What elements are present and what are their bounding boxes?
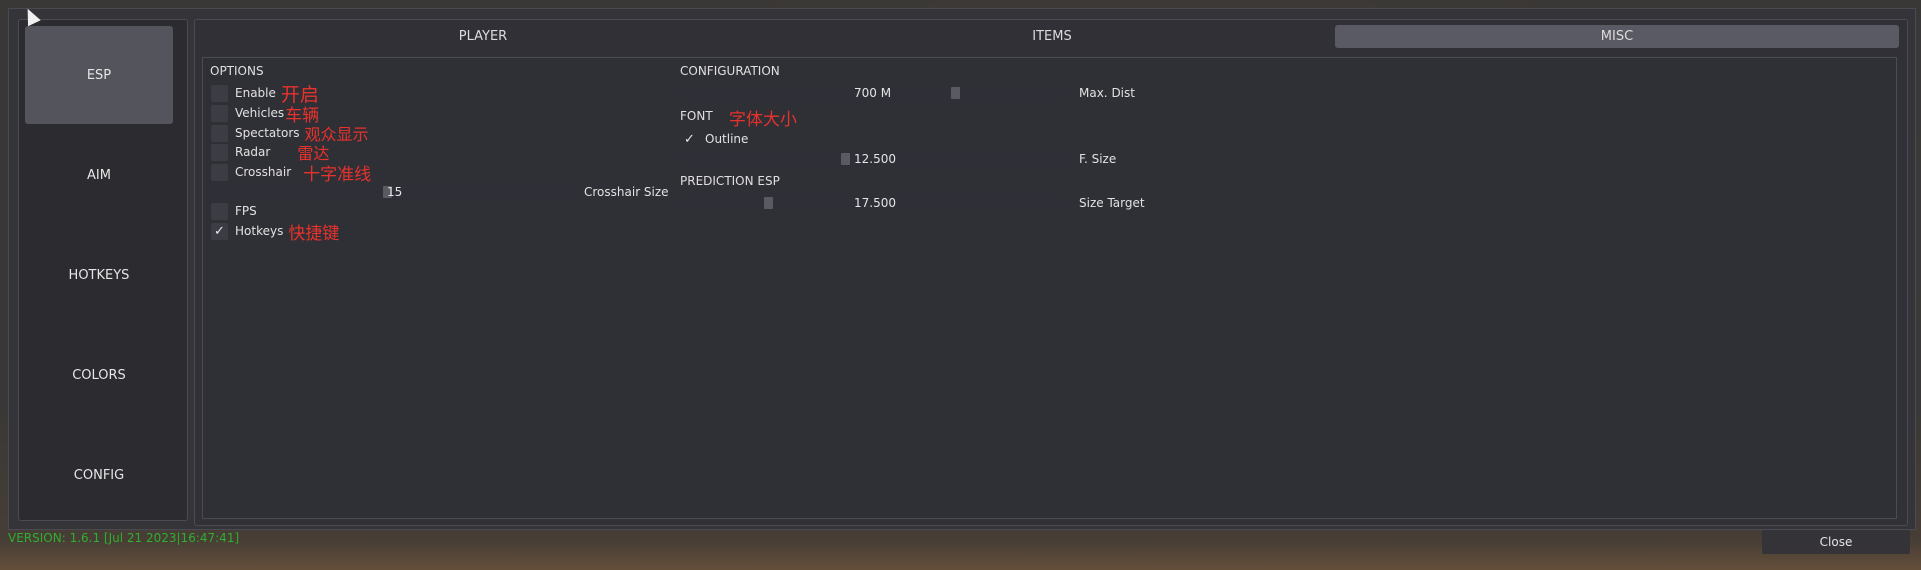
version-text: VERSION: 1.6.1 [Jul 21 2023|16:47:41] bbox=[8, 531, 240, 545]
check-icon: ✓ bbox=[214, 223, 225, 239]
max-dist-grab[interactable] bbox=[951, 87, 960, 99]
tab-items[interactable]: ITEMS bbox=[770, 25, 1334, 48]
option-crosshair[interactable]: Crosshair 十字准线 bbox=[211, 162, 372, 185]
max-dist-value: 700 M bbox=[854, 86, 892, 100]
sidebar-item-hotkeys[interactable]: HOTKEYS bbox=[25, 226, 173, 324]
crosshair-label: Crosshair bbox=[235, 165, 292, 179]
size-target-label: Size Target bbox=[1079, 196, 1145, 210]
font-annotation: 字体大小 bbox=[729, 110, 797, 130]
spectators-label: Spectators bbox=[235, 126, 300, 140]
option-hotkeys[interactable]: ✓ Hotkeys 快捷键 bbox=[211, 221, 340, 244]
option-fps[interactable]: FPS bbox=[211, 201, 257, 221]
crosshair-size-slider[interactable]: 15 bbox=[211, 184, 577, 200]
option-spectators[interactable]: Spectators 观众显示 bbox=[211, 123, 369, 144]
check-icon: ✓ bbox=[684, 131, 695, 147]
size-target-slider[interactable]: 17.500 bbox=[680, 195, 1068, 211]
sidebar-item-aim[interactable]: AIM bbox=[25, 126, 173, 224]
spectators-checkbox[interactable] bbox=[211, 124, 228, 142]
misc-panel: OPTIONS Enable 开启 Vehicles 车辆 Spectators… bbox=[202, 57, 1897, 519]
sidebar-item-esp[interactable]: ESP bbox=[25, 26, 173, 124]
prediction-title: PREDICTION ESP bbox=[680, 174, 780, 188]
tab-player[interactable]: PLAYER bbox=[201, 25, 765, 48]
content-area: PLAYER ITEMS MISC OPTIONS Enable 开启 Vehi… bbox=[194, 19, 1908, 526]
configuration-title: CONFIGURATION bbox=[680, 64, 780, 78]
outline-checkbox[interactable]: ✓ bbox=[681, 131, 698, 148]
tab-misc[interactable]: MISC bbox=[1335, 25, 1899, 48]
hotkeys-annotation: 快捷键 bbox=[288, 223, 340, 244]
max-dist-slider[interactable]: 700 M bbox=[680, 85, 1068, 101]
outline-label: Outline bbox=[705, 132, 749, 146]
vehicles-label: Vehicles bbox=[235, 106, 285, 120]
font-size-label: F. Size bbox=[1079, 152, 1117, 166]
radar-label: Radar bbox=[235, 145, 271, 159]
option-vehicles[interactable]: Vehicles 车辆 bbox=[211, 103, 319, 126]
close-button[interactable]: Close bbox=[1762, 530, 1910, 554]
radar-checkbox[interactable] bbox=[211, 143, 228, 161]
vehicles-checkbox[interactable] bbox=[211, 104, 228, 122]
font-size-grab[interactable] bbox=[841, 153, 850, 165]
hotkeys-checkbox[interactable]: ✓ bbox=[211, 222, 228, 240]
crosshair-size-label: Crosshair Size bbox=[584, 185, 669, 199]
size-target-value: 17.500 bbox=[854, 196, 896, 210]
hotkeys-label: Hotkeys bbox=[235, 224, 284, 238]
enable-label: Enable bbox=[235, 86, 276, 100]
menu-window: ESP AIM HOTKEYS COLORS CONFIG PLAYER ITE… bbox=[8, 8, 1916, 530]
sidebar-item-config[interactable]: CONFIG bbox=[25, 426, 173, 524]
font-size-value: 12.500 bbox=[854, 152, 896, 166]
enable-checkbox[interactable] bbox=[211, 84, 228, 102]
fps-checkbox[interactable] bbox=[211, 202, 228, 220]
sidebar-item-colors[interactable]: COLORS bbox=[25, 326, 173, 424]
crosshair-annotation: 十字准线 bbox=[303, 164, 372, 185]
option-outline[interactable]: ✓ Outline bbox=[681, 129, 748, 149]
font-title: FONT bbox=[680, 109, 713, 123]
size-target-grab[interactable] bbox=[764, 197, 773, 209]
max-dist-label: Max. Dist bbox=[1079, 86, 1135, 100]
options-title: OPTIONS bbox=[210, 64, 264, 78]
crosshair-checkbox[interactable] bbox=[211, 163, 228, 181]
font-size-slider[interactable]: 12.500 bbox=[680, 151, 1068, 167]
sidebar: ESP AIM HOTKEYS COLORS CONFIG bbox=[18, 19, 188, 521]
crosshair-size-value: 15 bbox=[387, 185, 403, 199]
background-ground bbox=[0, 540, 1921, 570]
fps-label: FPS bbox=[235, 204, 257, 218]
